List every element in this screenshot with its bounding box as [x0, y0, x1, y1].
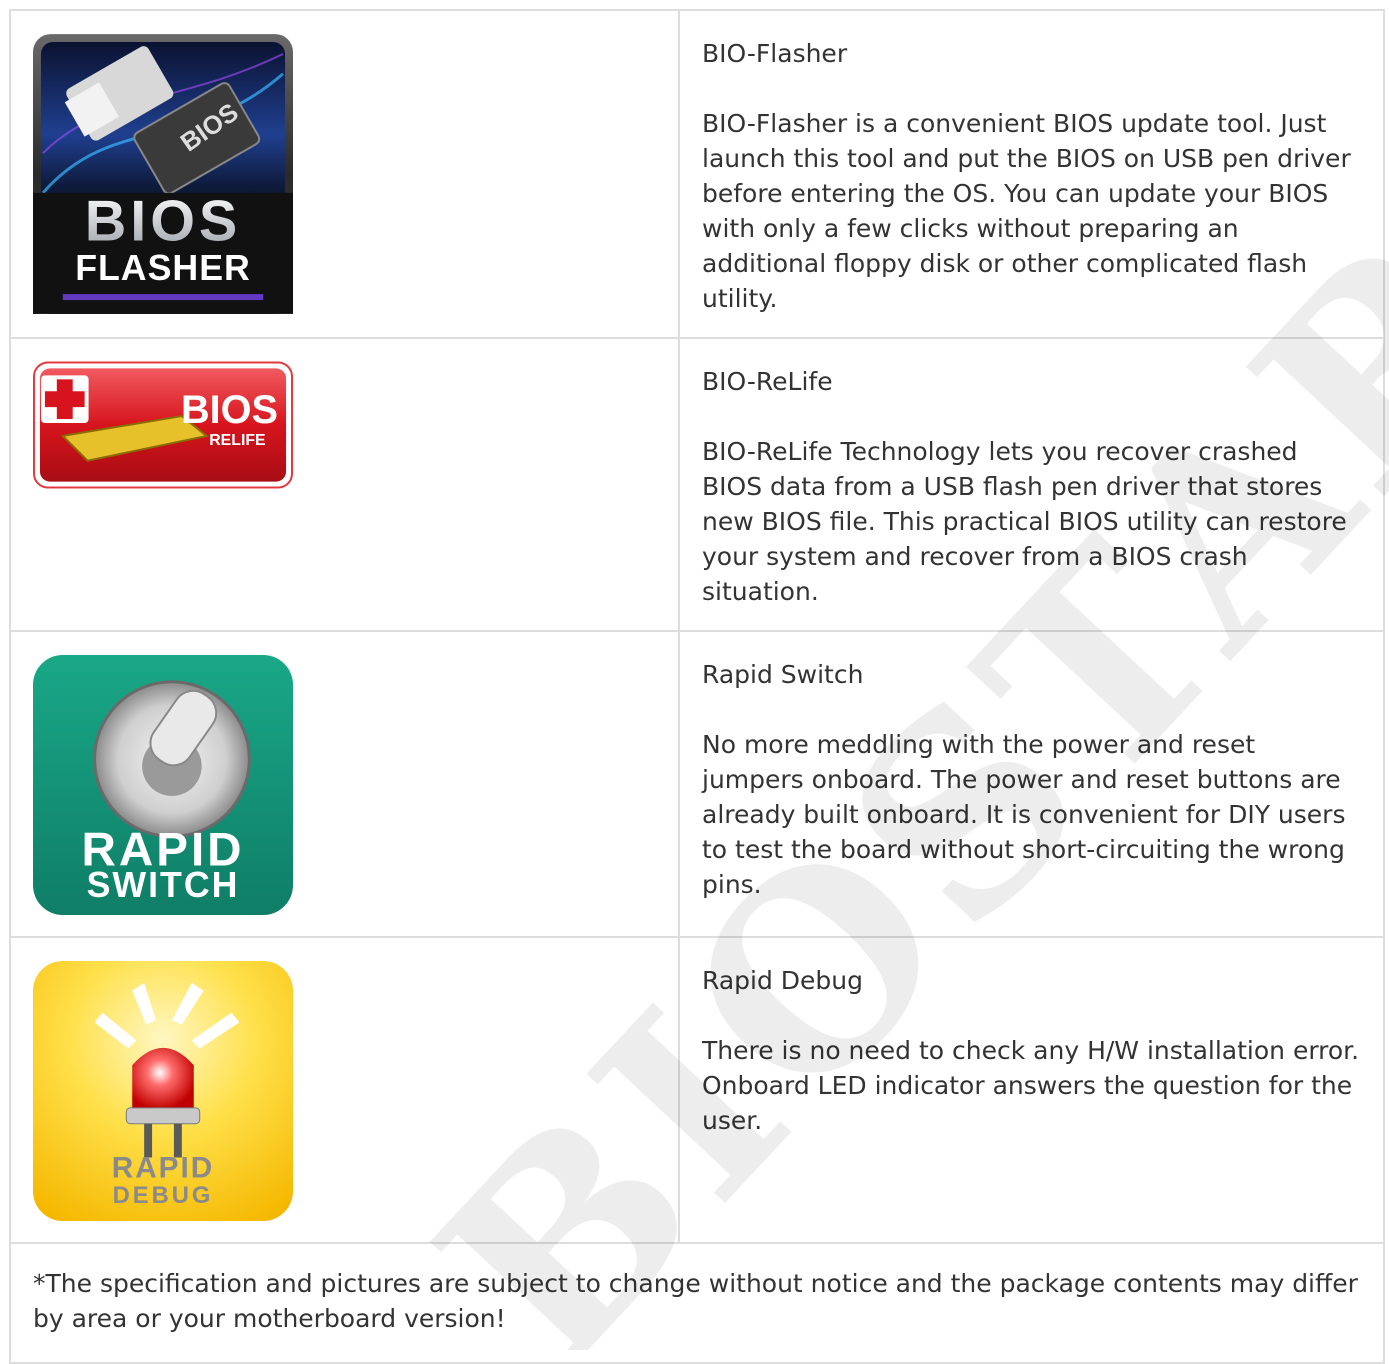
- logo-text-line1: RAPID: [112, 1151, 215, 1184]
- logo-cell: BIOS RELIFE: [9, 337, 680, 632]
- table-row: *The specification and pictures are subj…: [9, 1242, 1385, 1364]
- rapid-switch-logo: RAPID SWITCH: [33, 655, 293, 915]
- feature-title: BIO-ReLife: [702, 367, 833, 396]
- feature-description: There is no need to check any H/W instal…: [702, 1036, 1360, 1135]
- table-row: RAPID SWITCH Rapid Switch No more meddli…: [9, 630, 1385, 938]
- feature-text-cell: BIO-Flasher BIO-Flasher is a convenient …: [678, 9, 1385, 339]
- rapid-debug-logo: RAPID DEBUG: [33, 961, 293, 1221]
- bios-relife-logo: BIOS RELIFE: [33, 361, 293, 489]
- feature-table-wrapper: BIOS BIOS FLASHER BIO-Flasher BIO-Flashe…: [9, 9, 1385, 1364]
- logo-cell: BIOS BIOS FLASHER: [9, 9, 680, 339]
- toggle-switch-icon: [93, 680, 251, 839]
- table-row: BIOS BIOS FLASHER BIO-Flasher BIO-Flashe…: [9, 9, 1385, 339]
- feature-title: Rapid Debug: [702, 966, 863, 995]
- feature-description: No more meddling with the power and rese…: [702, 730, 1346, 899]
- feature-description: BIO-Flasher is a convenient BIOS update …: [702, 109, 1351, 313]
- feature-text-cell: Rapid Debug There is no need to check an…: [678, 936, 1385, 1244]
- logo-cell: RAPID DEBUG: [9, 936, 680, 1244]
- logo-cell: RAPID SWITCH: [9, 630, 680, 938]
- feature-text-cell: BIO-ReLife BIO-ReLife Technology lets yo…: [678, 337, 1385, 632]
- feature-table: BIOS BIOS FLASHER BIO-Flasher BIO-Flashe…: [9, 9, 1385, 1364]
- logo-text-line2: FLASHER: [75, 248, 251, 288]
- logo-text-line2: RELIFE: [209, 432, 265, 449]
- table-row: BIOS RELIFE BIO-ReLife BIO-ReLife Techno…: [9, 337, 1385, 632]
- logo-text-line1: BIOS: [85, 189, 242, 253]
- feature-description: BIO-ReLife Technology lets you recover c…: [702, 437, 1347, 606]
- logo-text-line2: DEBUG: [113, 1182, 214, 1209]
- feature-title: BIO-Flasher: [702, 39, 848, 68]
- bios-flasher-logo: BIOS BIOS FLASHER: [33, 34, 293, 314]
- logo-text-line2: SWITCH: [87, 865, 240, 905]
- feature-title: Rapid Switch: [702, 660, 864, 689]
- feature-text-cell: Rapid Switch No more meddling with the p…: [678, 630, 1385, 938]
- table-row: RAPID DEBUG Rapid Debug There is no need…: [9, 936, 1385, 1244]
- logo-text-line1: BIOS: [181, 388, 278, 432]
- footnote: *The specification and pictures are subj…: [9, 1242, 1385, 1364]
